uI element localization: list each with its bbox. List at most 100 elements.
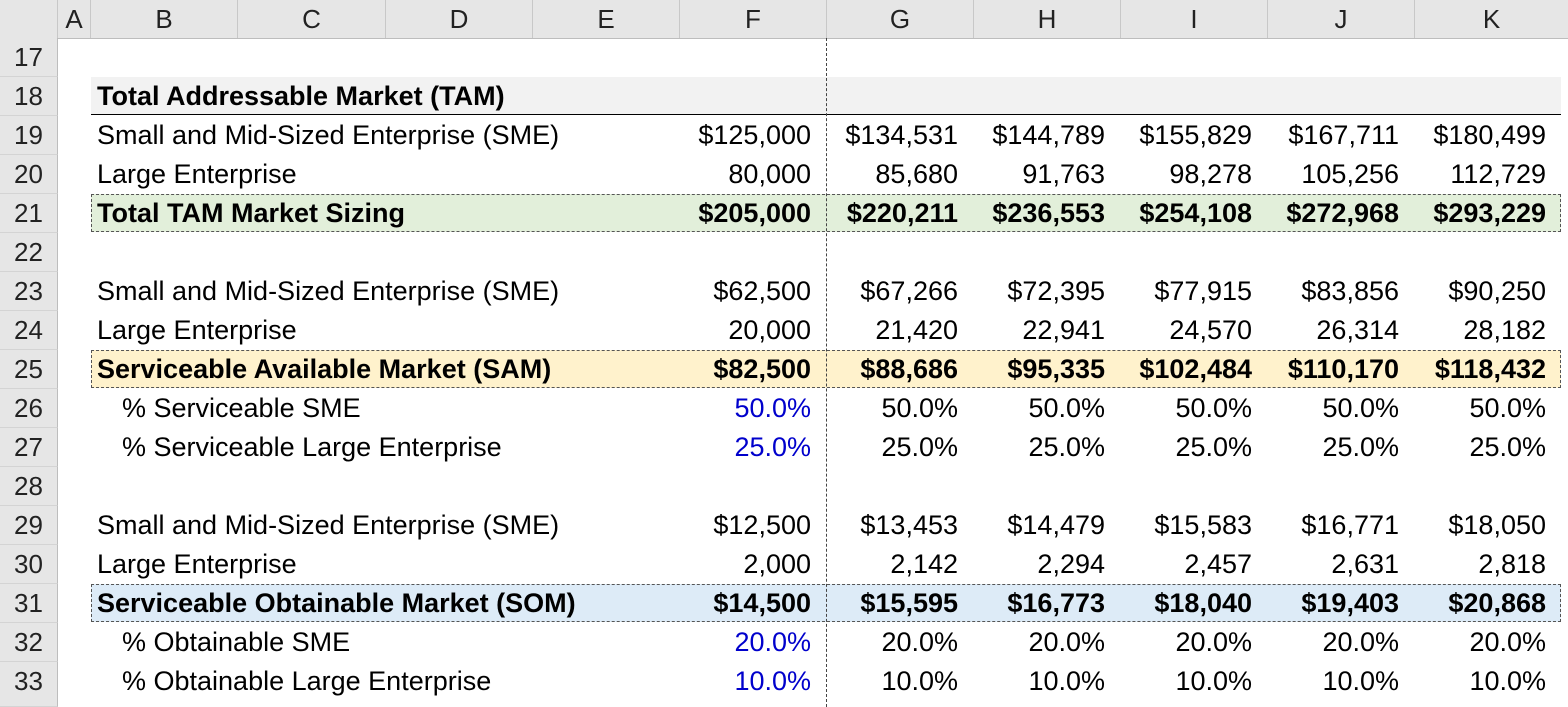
column-header-e[interactable]: E xyxy=(533,0,680,38)
column-header-d[interactable]: D xyxy=(386,0,533,38)
som-sme-j[interactable]: $16,771 xyxy=(1268,506,1399,545)
column-header-a[interactable]: A xyxy=(58,0,91,38)
tam-large-j[interactable]: 105,256 xyxy=(1268,155,1399,194)
tam-large-h[interactable]: 91,763 xyxy=(974,155,1105,194)
tam-large-g[interactable]: 85,680 xyxy=(827,155,958,194)
sam-total-h[interactable]: $95,335 xyxy=(974,350,1105,389)
row-header-27[interactable]: 27 xyxy=(0,428,58,467)
obtainable-sme-pct-j[interactable]: 20.0% xyxy=(1268,623,1399,662)
column-header-h[interactable]: H xyxy=(974,0,1121,38)
sam-large-i[interactable]: 24,570 xyxy=(1121,311,1252,350)
select-all-corner[interactable] xyxy=(0,0,58,38)
column-header-j[interactable]: J xyxy=(1268,0,1415,38)
som-total-k[interactable]: $20,868 xyxy=(1415,584,1546,623)
tam-total-f[interactable]: $205,000 xyxy=(680,194,811,233)
serviceable-large-pct-k[interactable]: 25.0% xyxy=(1415,428,1546,467)
serviceable-sme-pct-j[interactable]: 50.0% xyxy=(1268,389,1399,428)
sam-total-i[interactable]: $102,484 xyxy=(1121,350,1252,389)
row-header-28[interactable]: 28 xyxy=(0,467,58,506)
serviceable-sme-pct-i[interactable]: 50.0% xyxy=(1121,389,1252,428)
row-header-24[interactable]: 24 xyxy=(0,311,58,350)
row-header-25[interactable]: 25 xyxy=(0,350,58,389)
serviceable-large-pct-h[interactable]: 25.0% xyxy=(974,428,1105,467)
row-header-17[interactable]: 17 xyxy=(0,38,58,77)
obtainable-sme-pct-label[interactable]: % Obtainable SME xyxy=(122,623,350,662)
sam-total-f[interactable]: $82,500 xyxy=(680,350,811,389)
som-total-h[interactable]: $16,773 xyxy=(974,584,1105,623)
obtainable-large-pct-f[interactable]: 10.0% xyxy=(680,662,811,701)
tam-large-f[interactable]: 80,000 xyxy=(680,155,811,194)
obtainable-large-pct-g[interactable]: 10.0% xyxy=(827,662,958,701)
row-header-31[interactable]: 31 xyxy=(0,584,58,623)
tam-total-j[interactable]: $272,968 xyxy=(1268,194,1399,233)
som-total-label[interactable]: Serviceable Obtainable Market (SOM) xyxy=(97,584,576,623)
som-sme-i[interactable]: $15,583 xyxy=(1121,506,1252,545)
tam-large-k[interactable]: 112,729 xyxy=(1415,155,1546,194)
tam-sme-h[interactable]: $144,789 xyxy=(974,116,1105,155)
row-header-29[interactable]: 29 xyxy=(0,506,58,545)
som-large-f[interactable]: 2,000 xyxy=(680,545,811,584)
obtainable-large-pct-h[interactable]: 10.0% xyxy=(974,662,1105,701)
obtainable-sme-pct-g[interactable]: 20.0% xyxy=(827,623,958,662)
sam-total-label[interactable]: Serviceable Available Market (SAM) xyxy=(97,350,551,389)
row-header-33[interactable]: 33 xyxy=(0,662,58,707)
obtainable-sme-pct-f[interactable]: 20.0% xyxy=(680,623,811,662)
sam-large-j[interactable]: 26,314 xyxy=(1268,311,1399,350)
sam-total-k[interactable]: $118,432 xyxy=(1415,350,1546,389)
obtainable-sme-pct-h[interactable]: 20.0% xyxy=(974,623,1105,662)
tam-sme-j[interactable]: $167,711 xyxy=(1268,116,1399,155)
som-total-i[interactable]: $18,040 xyxy=(1121,584,1252,623)
column-header-k[interactable]: K xyxy=(1415,0,1568,38)
sam-sme-label[interactable]: Small and Mid-Sized Enterprise (SME) xyxy=(97,272,559,311)
row-header-21[interactable]: 21 xyxy=(0,194,58,233)
serviceable-sme-pct-g[interactable]: 50.0% xyxy=(827,389,958,428)
serviceable-sme-pct-k[interactable]: 50.0% xyxy=(1415,389,1546,428)
som-large-j[interactable]: 2,631 xyxy=(1268,545,1399,584)
serviceable-large-pct-f[interactable]: 25.0% xyxy=(680,428,811,467)
tam-sme-g[interactable]: $134,531 xyxy=(827,116,958,155)
obtainable-large-pct-j[interactable]: 10.0% xyxy=(1268,662,1399,701)
tam-sme-k[interactable]: $180,499 xyxy=(1415,116,1546,155)
row-header-26[interactable]: 26 xyxy=(0,389,58,428)
sam-sme-j[interactable]: $83,856 xyxy=(1268,272,1399,311)
row-header-32[interactable]: 32 xyxy=(0,623,58,662)
obtainable-large-pct-i[interactable]: 10.0% xyxy=(1121,662,1252,701)
obtainable-sme-pct-k[interactable]: 20.0% xyxy=(1415,623,1546,662)
som-large-g[interactable]: 2,142 xyxy=(827,545,958,584)
tam-sme-label[interactable]: Small and Mid-Sized Enterprise (SME) xyxy=(97,116,559,155)
serviceable-sme-pct-h[interactable]: 50.0% xyxy=(974,389,1105,428)
sam-total-j[interactable]: $110,170 xyxy=(1268,350,1399,389)
tam-section-title[interactable]: Total Addressable Market (TAM) xyxy=(97,77,505,116)
som-large-label[interactable]: Large Enterprise xyxy=(97,545,297,584)
obtainable-large-pct-label[interactable]: % Obtainable Large Enterprise xyxy=(122,662,491,701)
tam-total-i[interactable]: $254,108 xyxy=(1121,194,1252,233)
serviceable-large-pct-label[interactable]: % Serviceable Large Enterprise xyxy=(122,428,502,467)
tam-total-label[interactable]: Total TAM Market Sizing xyxy=(97,194,405,233)
row-header-19[interactable]: 19 xyxy=(0,116,58,155)
tam-total-h[interactable]: $236,553 xyxy=(974,194,1105,233)
row-header-23[interactable]: 23 xyxy=(0,272,58,311)
row-header-20[interactable]: 20 xyxy=(0,155,58,194)
column-header-b[interactable]: B xyxy=(91,0,238,38)
row-header-18[interactable]: 18 xyxy=(0,77,58,116)
som-large-k[interactable]: 2,818 xyxy=(1415,545,1546,584)
tam-total-k[interactable]: $293,229 xyxy=(1415,194,1546,233)
sam-sme-i[interactable]: $77,915 xyxy=(1121,272,1252,311)
serviceable-large-pct-g[interactable]: 25.0% xyxy=(827,428,958,467)
sam-sme-k[interactable]: $90,250 xyxy=(1415,272,1546,311)
sam-large-h[interactable]: 22,941 xyxy=(974,311,1105,350)
som-sme-label[interactable]: Small and Mid-Sized Enterprise (SME) xyxy=(97,506,559,545)
sam-large-k[interactable]: 28,182 xyxy=(1415,311,1546,350)
sam-sme-f[interactable]: $62,500 xyxy=(680,272,811,311)
som-total-g[interactable]: $15,595 xyxy=(827,584,958,623)
som-total-f[interactable]: $14,500 xyxy=(680,584,811,623)
serviceable-large-pct-i[interactable]: 25.0% xyxy=(1121,428,1252,467)
column-header-g[interactable]: G xyxy=(827,0,974,38)
sam-large-f[interactable]: 20,000 xyxy=(680,311,811,350)
tam-sme-f[interactable]: $125,000 xyxy=(680,116,811,155)
obtainable-sme-pct-i[interactable]: 20.0% xyxy=(1121,623,1252,662)
som-sme-f[interactable]: $12,500 xyxy=(680,506,811,545)
som-total-j[interactable]: $19,403 xyxy=(1268,584,1399,623)
sam-sme-g[interactable]: $67,266 xyxy=(827,272,958,311)
column-header-i[interactable]: I xyxy=(1121,0,1268,38)
